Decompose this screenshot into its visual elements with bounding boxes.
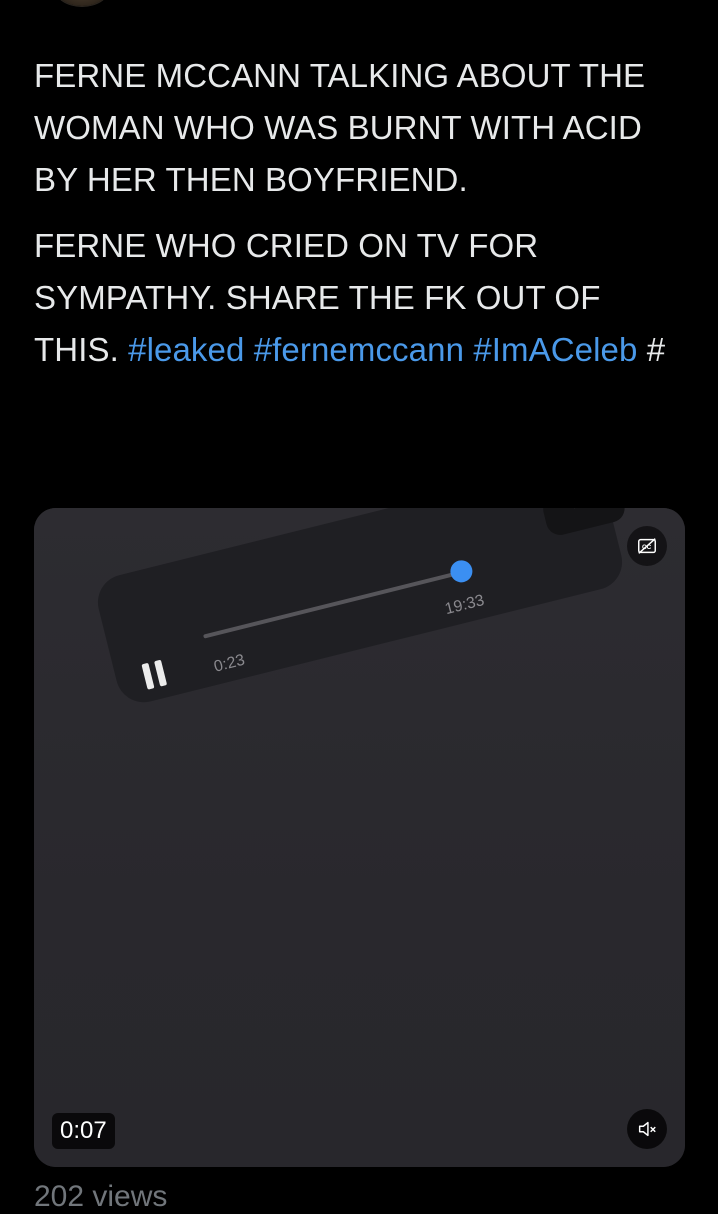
- filmed-progress-track: [203, 569, 466, 639]
- filmed-time-elapsed: 0:23: [212, 651, 247, 676]
- filmed-speed-label: 1x: [570, 508, 588, 511]
- hashtag-imaceleb[interactable]: #ImACeleb: [473, 331, 637, 368]
- filmed-speed-chip: 1x: [540, 508, 628, 538]
- hashtag-fernemccann[interactable]: #fernemccann: [254, 331, 464, 368]
- filmed-time-total: 19:33: [443, 591, 487, 619]
- closed-captions-off-icon: CC: [638, 538, 656, 554]
- mute-button[interactable]: [627, 1109, 667, 1149]
- view-count: 202 views: [34, 1180, 168, 1213]
- hashtag-leaked[interactable]: #leaked: [128, 331, 244, 368]
- tweet-paragraph-1: FERNE MCCANN TALKING ABOUT THE WOMAN WHO…: [34, 57, 646, 198]
- video-elapsed-time: 0:07: [52, 1113, 115, 1149]
- volume-muted-icon: [638, 1121, 656, 1137]
- trailing-hash: #: [646, 331, 666, 368]
- video-frame: 1x 0:23 19:33: [34, 508, 685, 1167]
- filmed-progress-thumb: [448, 557, 475, 585]
- tweet-text: FERNE MCCANN TALKING ABOUT THE WOMAN WHO…: [34, 50, 684, 390]
- filmed-pause-icon: [141, 659, 169, 690]
- video-player[interactable]: 1x 0:23 19:33 CC 0:07: [34, 508, 685, 1167]
- captions-button[interactable]: CC: [627, 526, 667, 566]
- tweet-paragraph-2: FERNE WHO CRIED ON TV FOR SYMPATHY. SHAR…: [34, 220, 684, 376]
- filmed-phone-player: 1x 0:23 19:33: [92, 508, 629, 709]
- avatar[interactable]: [54, 0, 110, 6]
